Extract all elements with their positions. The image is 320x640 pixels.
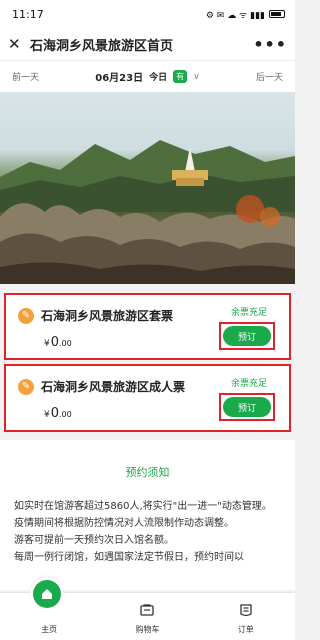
tab-orders[interactable]: 订单 bbox=[197, 593, 295, 640]
ticket-icon: ✎ bbox=[18, 307, 34, 324]
close-icon[interactable]: ✕ bbox=[8, 35, 26, 53]
scenic-banner-image bbox=[0, 92, 295, 284]
order-icon bbox=[238, 603, 254, 621]
book-button-highlight: 预订 bbox=[219, 322, 275, 350]
date-navigation: 前一天 06月23日 今日 有 ∨ 后一天 bbox=[0, 60, 295, 92]
more-options-icon[interactable]: ••• bbox=[253, 35, 287, 54]
status-time: 11:17 bbox=[12, 7, 44, 21]
booking-notice: 预约须知 如实时在馆游客超过5860人,将实行"出一进一"动态管理。疫情期间将根… bbox=[0, 440, 295, 590]
ticket-title-row: ✎ 石海洞乡风景旅游区套票 bbox=[18, 307, 173, 324]
ticket-price: ¥0.00 bbox=[44, 335, 72, 350]
ticket-card: ✎ 石海洞乡风景旅游区成人票 ¥0.00 余票充足 预订 bbox=[4, 364, 291, 432]
bottom-tab-bar: 主页 购物车 订单 bbox=[0, 577, 295, 640]
prev-day-button[interactable]: 前一天 bbox=[12, 70, 39, 83]
currency-symbol: ¥ bbox=[44, 410, 50, 420]
ticket-name: 石海洞乡风景旅游区套票 bbox=[41, 309, 174, 323]
battery-icon bbox=[269, 10, 285, 18]
status-bar: 11:17 ⚙ ✉ ☁ ᯤ ▮▮▮ bbox=[0, 0, 295, 28]
ticket-title-row: ✎ 石海洞乡风景旅游区成人票 bbox=[18, 378, 185, 395]
date-selector[interactable]: 06月23日 今日 有 ∨ bbox=[95, 69, 200, 84]
ticket-name: 石海洞乡风景旅游区成人票 bbox=[41, 380, 186, 394]
page-title: 石海洞乡风景旅游区首页 bbox=[30, 38, 174, 54]
chevron-down-icon[interactable]: ∨ bbox=[193, 72, 200, 82]
price-integer: 0 bbox=[50, 406, 60, 421]
stock-status: 余票充足 bbox=[230, 308, 267, 318]
next-day-button[interactable]: 后一天 bbox=[256, 70, 283, 83]
currency-symbol: ¥ bbox=[44, 339, 50, 349]
notice-title: 预约须知 bbox=[125, 466, 170, 479]
current-date: 06月23日 bbox=[95, 73, 144, 84]
price-decimal: .00 bbox=[59, 410, 72, 419]
book-button-highlight: 预订 bbox=[219, 393, 275, 421]
tab-cart[interactable]: 购物车 bbox=[98, 593, 196, 640]
notice-paragraph: 如实时在馆游客超过5860人,将实行"出一进一"动态管理。疫情期间将根据防控情况… bbox=[14, 501, 272, 529]
cart-icon bbox=[139, 603, 155, 621]
ticket-card: ✎ 石海洞乡风景旅游区套票 ¥0.00 余票充足 预订 bbox=[4, 293, 291, 360]
availability-badge: 有 bbox=[173, 70, 188, 83]
book-button[interactable]: 预订 bbox=[223, 326, 271, 346]
tab-home[interactable]: 主页 bbox=[0, 577, 98, 640]
tab-label: 订单 bbox=[237, 625, 254, 634]
tab-label: 主页 bbox=[41, 625, 58, 634]
notice-body: 如实时在馆游客超过5860人,将实行"出一进一"动态管理。疫情期间将根据防控情况… bbox=[14, 498, 281, 566]
price-decimal: .00 bbox=[59, 339, 72, 348]
today-label: 今日 bbox=[149, 73, 168, 83]
notice-paragraph: 每周一例行闭馆，如遇国家法定节假日，预约时间以 bbox=[14, 552, 244, 563]
ticket-list: ✎ 石海洞乡风景旅游区套票 ¥0.00 余票充足 预订 ✎ 石海洞乡风景旅游区成… bbox=[0, 288, 295, 438]
ticket-icon: ✎ bbox=[18, 378, 34, 395]
tab-label: 购物车 bbox=[135, 625, 160, 634]
home-icon bbox=[30, 577, 64, 611]
ticket-price: ¥0.00 bbox=[44, 406, 72, 421]
notice-paragraph: 游客可提前一天预约次日入馆名额。 bbox=[14, 535, 174, 546]
stock-status: 余票充足 bbox=[230, 379, 267, 389]
title-bar: ✕ 石海洞乡风景旅游区首页 ••• bbox=[0, 28, 295, 60]
status-indicator-icons: ⚙ ✉ ☁ ᯤ ▮▮▮ bbox=[205, 10, 265, 21]
book-button[interactable]: 预订 bbox=[223, 397, 271, 417]
price-integer: 0 bbox=[50, 335, 60, 350]
stone-forest-illustration bbox=[0, 195, 295, 284]
status-icons: ⚙ ✉ ☁ ᯤ ▮▮▮ bbox=[206, 8, 285, 21]
